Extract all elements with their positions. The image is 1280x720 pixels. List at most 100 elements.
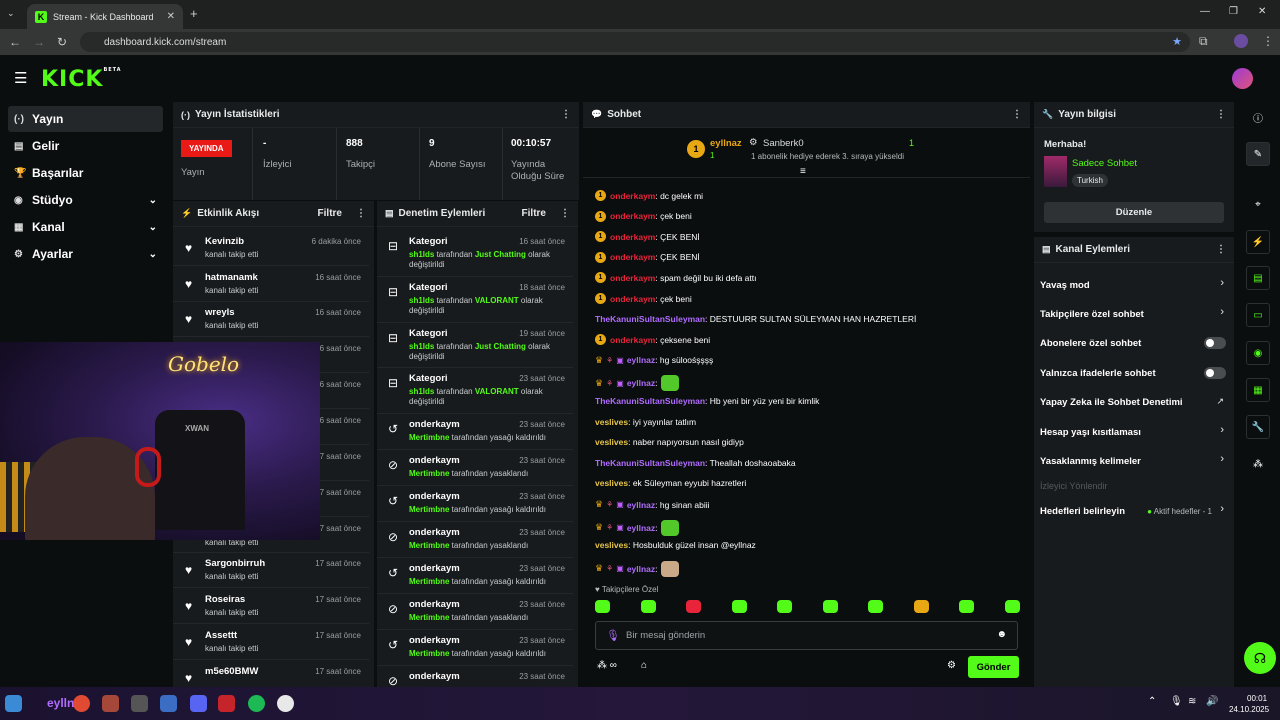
goals-row[interactable]: Hedefleri belirleyin [1040, 506, 1125, 517]
item-user[interactable]: Mertimbne [409, 541, 449, 550]
chevron-right-icon[interactable]: › [1220, 277, 1224, 289]
item-user[interactable]: Mertimbne [409, 433, 449, 442]
item-user[interactable]: sh1lds [409, 296, 434, 305]
chevron-right-icon[interactable]: › [1220, 424, 1224, 436]
app-icon[interactable] [218, 695, 235, 712]
chat-username[interactable]: veslives [595, 540, 628, 550]
item-user[interactable]: Mertimbne [409, 505, 449, 514]
chat-username[interactable]: onderkaym [610, 232, 655, 242]
emote[interactable] [913, 600, 929, 613]
ai-moderation-row[interactable]: Yapay Zeka ile Sohbet Denetimi [1040, 397, 1183, 408]
item-game[interactable]: VALORANT [475, 296, 519, 305]
reload-icon[interactable]: ↻ [57, 35, 67, 49]
item-game[interactable]: VALORANT [475, 387, 519, 396]
slow-mode-row[interactable]: Yavaş mod [1040, 280, 1090, 291]
chat-username[interactable]: onderkaym [610, 252, 655, 262]
back-icon[interactable]: ← [9, 35, 21, 49]
kick-logo[interactable]: KICKBETA [41, 67, 122, 92]
emoji-icon[interactable]: ☻ [996, 629, 1007, 640]
chat-username[interactable]: onderkaym [610, 335, 655, 345]
emote[interactable] [822, 600, 838, 613]
forward-icon[interactable]: → [33, 35, 45, 49]
microphone-icon[interactable]: 🎙 [606, 629, 620, 642]
chat-username[interactable]: TheKanuniSultanSuleyman [595, 458, 705, 468]
chat-username[interactable]: eyllnaz [627, 523, 655, 533]
broadcast-icon[interactable]: ◉ [1246, 341, 1270, 365]
chat-username[interactable]: eyllnaz [627, 564, 655, 574]
wifi-icon[interactable]: ≋ [1188, 696, 1196, 707]
more-options-icon[interactable]: ⋮ [1012, 109, 1022, 120]
more-options-icon[interactable]: ⋮ [356, 208, 366, 219]
chat-input[interactable]: 🎙 Bir mesaj gönderin ☻ [595, 621, 1018, 650]
info-icon[interactable]: ⓘ [1246, 105, 1270, 129]
app-icon[interactable] [102, 695, 119, 712]
item-game[interactable]: Just Chatting [475, 250, 526, 259]
chat-username[interactable]: eyllnaz [627, 500, 655, 510]
more-options-icon[interactable]: ⋮ [561, 109, 571, 120]
send-button[interactable]: Gönder [968, 656, 1019, 678]
chat-username[interactable]: veslives [595, 437, 628, 447]
emote[interactable] [640, 600, 656, 613]
sidebar-item-kanal[interactable]: ▦ Kanal ⌄ [8, 214, 163, 240]
chat-username[interactable]: veslives [595, 417, 628, 427]
sidebar-item-ayarlar[interactable]: ⚙ Ayarlar ⌄ [8, 241, 163, 267]
chat-username[interactable]: onderkaym [610, 273, 655, 283]
chat-username[interactable]: TheKanuniSultanSuleyman [595, 396, 705, 406]
emote[interactable] [868, 600, 884, 613]
item-user[interactable]: sh1lds [409, 250, 434, 259]
sidebar-item-gelir[interactable]: ▤ Gelir [8, 133, 163, 159]
app-icon[interactable] [277, 695, 294, 712]
emote[interactable] [686, 600, 702, 613]
chevron-right-icon[interactable]: › [1220, 503, 1224, 515]
chat-settings-icon[interactable]: ⚙ [947, 660, 956, 671]
sidebar-item-studyo[interactable]: ◉ Stüdyo ⌄ [8, 187, 163, 213]
window-close-icon[interactable]: ✕ [1258, 6, 1266, 17]
chat-username[interactable]: onderkaym [610, 294, 655, 304]
emote[interactable] [595, 600, 610, 613]
item-user[interactable]: sh1lds [409, 342, 434, 351]
collapse-icon[interactable]: ≡ [800, 166, 806, 177]
item-game[interactable]: Just Chatting [475, 342, 526, 351]
chrome-icon[interactable] [73, 695, 90, 712]
maximize-icon[interactable]: ❐ [1229, 6, 1238, 17]
chat-username[interactable]: veslives [595, 478, 628, 488]
url-field[interactable]: dashboard.kick.com/stream ★ [80, 32, 1190, 52]
chat-username[interactable]: onderkaym [610, 211, 655, 221]
emote[interactable] [731, 600, 747, 613]
discord-icon[interactable] [190, 695, 207, 712]
hamburger-menu-icon[interactable]: ☰ [14, 69, 27, 87]
sidebar-item-yayin[interactable]: (·) Yayın [8, 106, 163, 132]
sidebar-item-basarilar[interactable]: 🏆 Başarılar [8, 160, 163, 186]
item-user[interactable]: Mertimbne [409, 577, 449, 586]
microphone-icon[interactable]: 🎙 [1170, 696, 1183, 707]
chat-icon[interactable]: ▭ [1246, 303, 1270, 327]
support-icon[interactable]: ☊ [1244, 642, 1276, 674]
profile-icon[interactable] [1234, 34, 1248, 48]
obs-icon[interactable] [131, 695, 148, 712]
filter-button[interactable]: Filtre [318, 208, 342, 219]
emote[interactable] [1004, 600, 1020, 613]
gifter-name[interactable]: Sanberk0 [763, 138, 804, 149]
new-tab-icon[interactable]: + [190, 6, 198, 21]
chat-username[interactable]: eyllnaz [627, 378, 655, 388]
item-user[interactable]: Mertimbne [409, 649, 449, 658]
document-icon[interactable]: ▤ [1246, 266, 1270, 290]
more-options-icon[interactable]: ⋮ [1216, 244, 1226, 255]
filter-button[interactable]: Filtre [522, 208, 546, 219]
layout-icon[interactable]: ▦ [1246, 378, 1270, 402]
emotes-only-toggle[interactable] [1204, 367, 1226, 379]
chat-username[interactable]: eyllnaz [627, 355, 655, 365]
user-avatar[interactable] [1232, 68, 1253, 89]
tray-chevron-icon[interactable]: ⌃ [1148, 696, 1156, 707]
followers-only-row[interactable]: Takipçilere özel sohbet [1040, 309, 1144, 320]
banned-words-row[interactable]: Yasaklanmış kelimeler [1040, 456, 1141, 467]
clock-time[interactable]: 00:01 [1247, 694, 1267, 703]
more-options-icon[interactable]: ⋮ [1216, 109, 1226, 120]
top-gifter-name[interactable]: eyllnaz [710, 138, 742, 149]
browser-tab[interactable]: K Stream - Kick Dashboard ✕ [27, 4, 183, 29]
store-icon[interactable]: ⌂ [641, 660, 647, 671]
emote[interactable] [777, 600, 793, 613]
volume-icon[interactable]: 🔊 [1206, 696, 1218, 707]
minimize-icon[interactable]: — [1200, 6, 1210, 17]
app-icon[interactable] [160, 695, 177, 712]
